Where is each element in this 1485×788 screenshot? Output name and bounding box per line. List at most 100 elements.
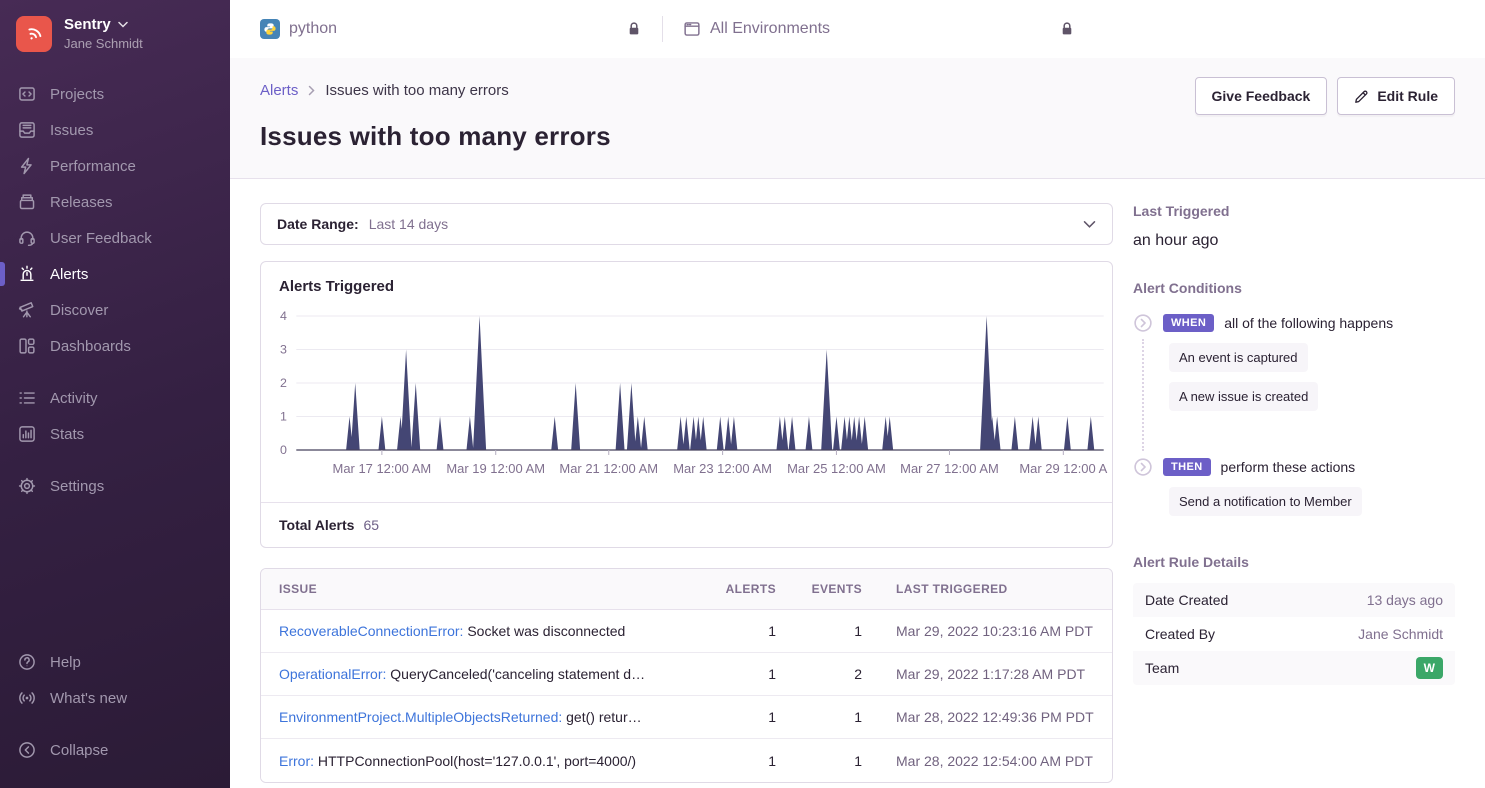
table-row: RecoverableConnectionError: Socket was d… <box>261 610 1112 653</box>
table-row: OperationalError: QueryCanceled('canceli… <box>261 653 1112 696</box>
svg-text:Mar 21 12:00 AM: Mar 21 12:00 AM <box>559 461 658 476</box>
team-badge[interactable]: W <box>1416 657 1443 679</box>
sidebar-item-dashboards[interactable]: Dashboards <box>0 328 230 364</box>
then-text: perform these actions <box>1221 459 1356 475</box>
alerts-chart-card: Alerts Triggered 01234Mar 17 12:00 AMMar… <box>260 261 1113 548</box>
issue-cell: Error: HTTPConnectionPool(host='127.0.0.… <box>279 753 706 769</box>
project-selector[interactable]: python <box>260 19 337 39</box>
sidebar-item-label: Settings <box>50 478 104 495</box>
sidebar-item-label: Collapse <box>50 742 108 759</box>
svg-text:Mar 23 12:00 AM: Mar 23 12:00 AM <box>673 461 772 476</box>
svg-text:2: 2 <box>280 376 287 390</box>
rule-detail-row: Team W <box>1133 651 1455 685</box>
help-icon <box>18 653 36 671</box>
sidebar-item-user-feedback[interactable]: User Feedback <box>0 220 230 256</box>
settings-icon <box>18 477 36 495</box>
alerts-count: 1 <box>706 709 776 725</box>
breadcrumb-current: Issues with too many errors <box>325 82 508 99</box>
issue-link[interactable]: EnvironmentProject.MultipleObjectsReturn… <box>279 709 562 725</box>
rule-detail-label: Created By <box>1145 626 1215 642</box>
rule-detail-label: Date Created <box>1145 592 1228 608</box>
alert-rule-details-label: Alert Rule Details <box>1133 554 1455 570</box>
environment-selector[interactable]: All Environments <box>683 20 830 38</box>
page-title: Issues with too many errors <box>260 121 1455 152</box>
discover-icon <box>18 301 36 319</box>
breadcrumb-alerts-link[interactable]: Alerts <box>260 82 298 99</box>
sidebar-item-issues[interactable]: Issues <box>0 112 230 148</box>
org-name: Sentry <box>64 16 111 33</box>
issues-table-header: ISSUEALERTSEVENTSLAST TRIGGERED <box>261 569 1112 610</box>
pencil-icon <box>1354 89 1369 104</box>
when-text: all of the following happens <box>1224 315 1393 331</box>
table-row: EnvironmentProject.MultipleObjectsReturn… <box>261 696 1112 739</box>
sentry-logo-icon[interactable] <box>16 16 52 52</box>
chevron-right-icon <box>308 85 315 96</box>
total-alerts-label: Total Alerts <box>279 517 354 533</box>
details-panel: Last Triggered an hour ago Alert Conditi… <box>1133 203 1465 783</box>
project-name: python <box>289 20 337 38</box>
sidebar-item-label: Help <box>50 654 81 671</box>
alerts-count: 1 <box>706 753 776 769</box>
project-selector-group: python <box>260 19 642 39</box>
sidebar-item-releases[interactable]: Releases <box>0 184 230 220</box>
chart-title: Alerts Triggered <box>261 262 1112 297</box>
sidebar-item-alerts[interactable]: Alerts <box>0 256 230 292</box>
last-triggered-date: Mar 29, 2022 1:17:28 AM PDT <box>862 666 1094 682</box>
sidebar-item-settings[interactable]: Settings <box>0 468 230 504</box>
date-range-select[interactable]: Date Range: Last 14 days <box>260 203 1113 245</box>
rule-detail-value: Jane Schmidt <box>1358 626 1443 642</box>
performance-icon <box>18 157 36 175</box>
circle-chevron-icon <box>1133 457 1153 477</box>
activity-icon <box>18 389 36 407</box>
svg-text:Mar 17 12:00 AM: Mar 17 12:00 AM <box>333 461 432 476</box>
sidebar-item-label: Activity <box>50 390 98 407</box>
svg-text:0: 0 <box>280 443 287 457</box>
sidebar-item-label: Issues <box>50 122 93 139</box>
dashboards-icon <box>18 337 36 355</box>
column-header-last-triggered: LAST TRIGGERED <box>862 582 1094 596</box>
sidebar-item-help[interactable]: Help <box>0 644 230 680</box>
sidebar-item-performance[interactable]: Performance <box>0 148 230 184</box>
date-range-label: Date Range: <box>277 216 359 232</box>
sidebar-item-activity[interactable]: Activity <box>0 380 230 416</box>
sidebar-item-projects[interactable]: Projects <box>0 76 230 112</box>
rule-detail-label: Team <box>1145 660 1179 676</box>
sidebar-item-collapse[interactable]: Collapse <box>0 732 230 768</box>
when-row: WHEN all of the following happens <box>1133 313 1455 333</box>
column-header-issue: ISSUE <box>279 582 706 596</box>
user-feedback-icon <box>18 229 36 247</box>
issue-link[interactable]: OperationalError: <box>279 666 386 682</box>
svg-text:Mar 25 12:00 AM: Mar 25 12:00 AM <box>787 461 886 476</box>
issue-cell: RecoverableConnectionError: Socket was d… <box>279 623 706 639</box>
sidebar-item-what-s-new[interactable]: What's new <box>0 680 230 716</box>
sidebar-item-label: Performance <box>50 158 136 175</box>
sidebar-item-label: Alerts <box>50 266 88 283</box>
environment-selector-group: All Environments <box>683 20 1075 38</box>
stats-icon <box>18 425 36 443</box>
user-name: Jane Schmidt <box>64 36 143 51</box>
svg-text:1: 1 <box>280 410 287 424</box>
last-triggered-date: Mar 28, 2022 12:54:00 AM PDT <box>862 753 1094 769</box>
svg-text:3: 3 <box>280 343 287 357</box>
rule-detail-row: Created By Jane Schmidt <box>1133 617 1455 651</box>
svg-text:Mar 27 12:00 AM: Mar 27 12:00 AM <box>900 461 999 476</box>
give-feedback-button[interactable]: Give Feedback <box>1195 77 1328 115</box>
issue-link[interactable]: Error: <box>279 753 314 769</box>
topbar: python All Environments <box>230 0 1485 58</box>
main-column: Date Range: Last 14 days Alerts Triggere… <box>260 203 1113 783</box>
sidebar-nav: Projects Issues Performance ReleasesUser Fe… <box>0 76 230 504</box>
issue-link[interactable]: RecoverableConnectionError: <box>279 623 463 639</box>
total-alerts-row: Total Alerts 65 <box>261 502 1112 547</box>
environment-name: All Environments <box>710 20 830 38</box>
sidebar-item-discover[interactable]: Discover <box>0 292 230 328</box>
alerts-count: 1 <box>706 666 776 682</box>
column-header-alerts: ALERTS <box>706 582 776 596</box>
edit-rule-button[interactable]: Edit Rule <box>1337 77 1455 115</box>
when-condition-pill: A new issue is created <box>1169 382 1318 411</box>
sidebar-item-label: Stats <box>50 426 84 443</box>
python-logo-icon <box>260 19 280 39</box>
then-row: THEN perform these actions <box>1133 457 1455 477</box>
sidebar: Sentry Jane Schmidt Projects Issues Perfor… <box>0 0 230 788</box>
org-switcher[interactable]: Sentry <box>64 16 143 33</box>
sidebar-item-stats[interactable]: Stats <box>0 416 230 452</box>
